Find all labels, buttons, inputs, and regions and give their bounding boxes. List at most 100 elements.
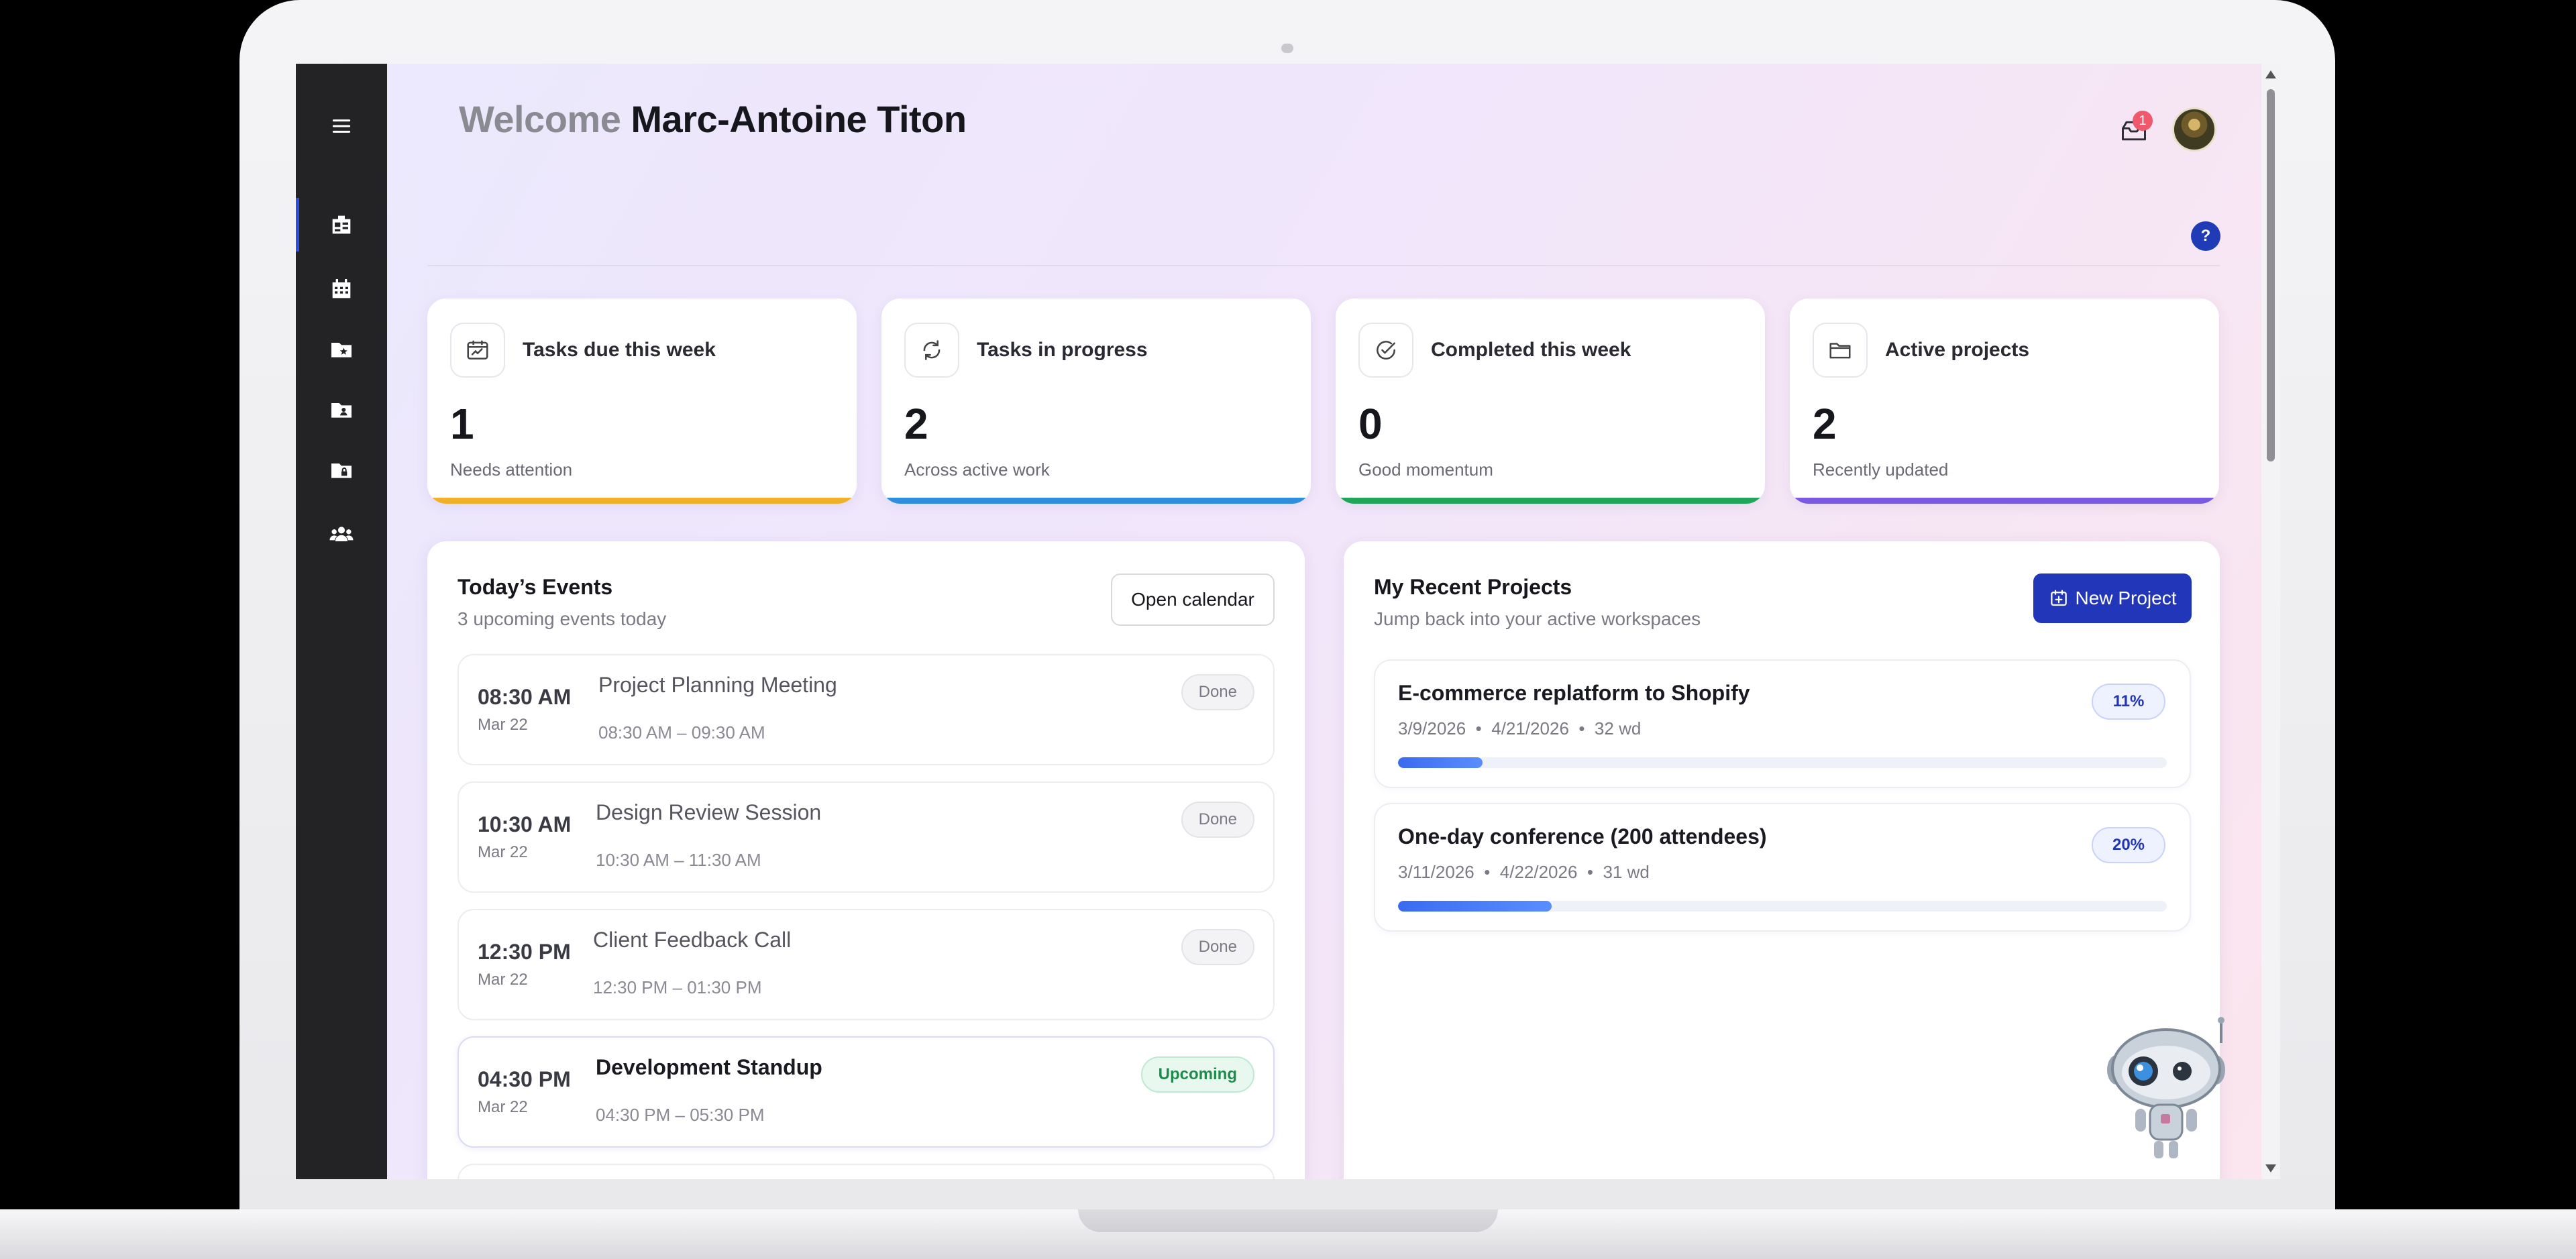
stat-card-active-projects: Active projects 2 Recently updated [1790, 298, 2219, 504]
stat-accent-bar [427, 498, 857, 504]
stat-icon-frame [1813, 323, 1868, 378]
project-name: E-commerce replatform to Shopify [1398, 681, 1750, 705]
progress-badge: 11% [2092, 683, 2165, 720]
inbox-button[interactable]: 1 [2114, 111, 2154, 151]
scroll-thumb[interactable] [2267, 89, 2275, 461]
project-duration: 32 wd [1594, 718, 1642, 738]
header-divider [427, 265, 2220, 266]
stat-icon-frame [450, 323, 505, 378]
stat-subtitle: Across active work [904, 459, 1050, 480]
stat-value: 0 [1358, 400, 1383, 448]
recent-projects-panel: My Recent Projects Jump back into your a… [1344, 541, 2220, 1179]
stat-title: Tasks due this week [523, 339, 716, 361]
check-circle-icon [1377, 341, 1395, 360]
event-time-range: 12:30 PM – 01:30 PM [593, 977, 762, 997]
event-date: Mar 22 [478, 1098, 528, 1116]
shared-folder-icon [331, 403, 352, 418]
add-calendar-icon [2050, 590, 2067, 606]
stat-subtitle: Needs attention [450, 459, 573, 480]
open-calendar-button[interactable]: Open calendar [1111, 573, 1275, 626]
meta-separator: • [1475, 718, 1482, 738]
robot-assistant-icon[interactable] [2103, 1016, 2231, 1164]
scroll-up-icon[interactable] [2265, 70, 2276, 78]
scroll-down-icon[interactable] [2265, 1164, 2276, 1172]
webcam [1281, 44, 1293, 53]
event-card[interactable]: 10:30 AM Mar 22 Design Review Session 10… [458, 781, 1275, 893]
progress-badge: 20% [2092, 827, 2165, 863]
stat-accent-bar [881, 498, 1311, 504]
starred-folder-icon [331, 343, 352, 358]
stat-value: 1 [450, 400, 474, 448]
new-project-label: New Project [2075, 588, 2177, 608]
event-date: Mar 22 [478, 843, 528, 861]
user-name: Marc-Antoine Titon [631, 98, 967, 140]
event-time-range: 10:30 AM – 11:30 AM [596, 850, 761, 870]
sidebar-item-favorites[interactable] [296, 323, 387, 376]
event-time-range: 04:30 PM – 05:30 PM [596, 1105, 765, 1125]
event-card[interactable]: 12:30 PM Mar 22 Client Feedback Call 12:… [458, 909, 1275, 1020]
stat-card-tasks-due: Tasks due this week 1 Needs attention [427, 298, 857, 504]
stat-card-in-progress: Tasks in progress 2 Across active work [881, 298, 1311, 504]
status-badge: Done [1181, 802, 1254, 838]
event-card[interactable]: 04:30 PM Mar 22 Development Standup 04:3… [458, 1036, 1275, 1148]
projects-title: My Recent Projects [1374, 575, 1572, 599]
laptop-notch [1078, 1209, 1498, 1232]
events-subtitle: 3 upcoming events today [458, 608, 667, 629]
team-icon [329, 527, 354, 541]
vertical-scrollbar[interactable] [2261, 64, 2280, 1179]
project-end-date: 4/21/2026 [1491, 718, 1569, 738]
project-start-date: 3/11/2026 [1398, 862, 1474, 882]
locked-folder-icon [331, 463, 352, 478]
event-date: Mar 22 [478, 716, 528, 734]
sidebar [296, 64, 387, 1179]
stat-title: Tasks in progress [977, 339, 1148, 361]
sidebar-item-calendar[interactable] [296, 262, 387, 316]
menu-icon [332, 119, 351, 133]
event-card-partial[interactable] [458, 1164, 1275, 1179]
event-time: 12:30 PM [478, 940, 571, 964]
event-time: 08:30 AM [478, 685, 572, 709]
project-card[interactable]: E-commerce replatform to Shopify 3/9/202… [1374, 659, 2191, 788]
project-meta: 3/11/2026 • 4/22/2026 • 31 wd [1398, 862, 1650, 883]
progress-track [1398, 901, 2167, 912]
event-title: Development Standup [596, 1055, 822, 1079]
sidebar-item-shared[interactable] [296, 383, 387, 437]
progress-fill [1398, 901, 1552, 912]
welcome-prefix: Welcome [459, 98, 621, 140]
stat-subtitle: Good momentum [1358, 459, 1493, 480]
sidebar-item-dashboard[interactable] [296, 198, 387, 252]
status-badge: Upcoming [1140, 1056, 1254, 1093]
mail-badge: 1 [2133, 111, 2153, 131]
app-screen: Welcome Marc-Antoine Titon 1 ? Tasks due… [296, 64, 2280, 1179]
stat-value: 2 [1813, 400, 1837, 448]
event-title: Design Review Session [596, 800, 822, 824]
event-card[interactable]: 08:30 AM Mar 22 Project Planning Meeting… [458, 654, 1275, 765]
meta-separator: • [1484, 862, 1491, 882]
sidebar-item-private[interactable] [296, 443, 387, 497]
stat-title: Active projects [1885, 339, 2030, 361]
help-button[interactable]: ? [2191, 221, 2220, 251]
event-date: Mar 22 [478, 971, 528, 989]
main-content: Welcome Marc-Antoine Titon 1 ? Tasks due… [387, 64, 2247, 1179]
project-card[interactable]: One-day conference (200 attendees) 3/11/… [1374, 803, 2191, 932]
stat-icon-frame [904, 323, 959, 378]
event-time-range: 08:30 AM – 09:30 AM [598, 722, 765, 743]
stat-accent-bar [1790, 498, 2219, 504]
sidebar-item-team[interactable] [296, 508, 387, 561]
progress-track [1398, 757, 2167, 768]
project-duration: 31 wd [1603, 862, 1650, 882]
stat-title: Completed this week [1431, 339, 1631, 361]
project-end-date: 4/22/2026 [1499, 862, 1578, 882]
event-time: 10:30 AM [478, 812, 572, 836]
dashboard-icon [332, 215, 351, 234]
todays-events-panel: Today’s Events 3 upcoming events today O… [427, 541, 1305, 1179]
stat-accent-bar [1336, 498, 1765, 504]
sidebar-menu-button[interactable] [296, 99, 387, 153]
event-title: Client Feedback Call [593, 928, 792, 952]
stat-subtitle: Recently updated [1813, 459, 1949, 480]
events-title: Today’s Events [458, 575, 613, 599]
folder-icon [1829, 343, 1851, 359]
new-project-button[interactable]: New Project [2033, 573, 2192, 623]
avatar[interactable] [2172, 107, 2216, 152]
stat-card-completed: Completed this week 0 Good momentum [1336, 298, 1765, 504]
